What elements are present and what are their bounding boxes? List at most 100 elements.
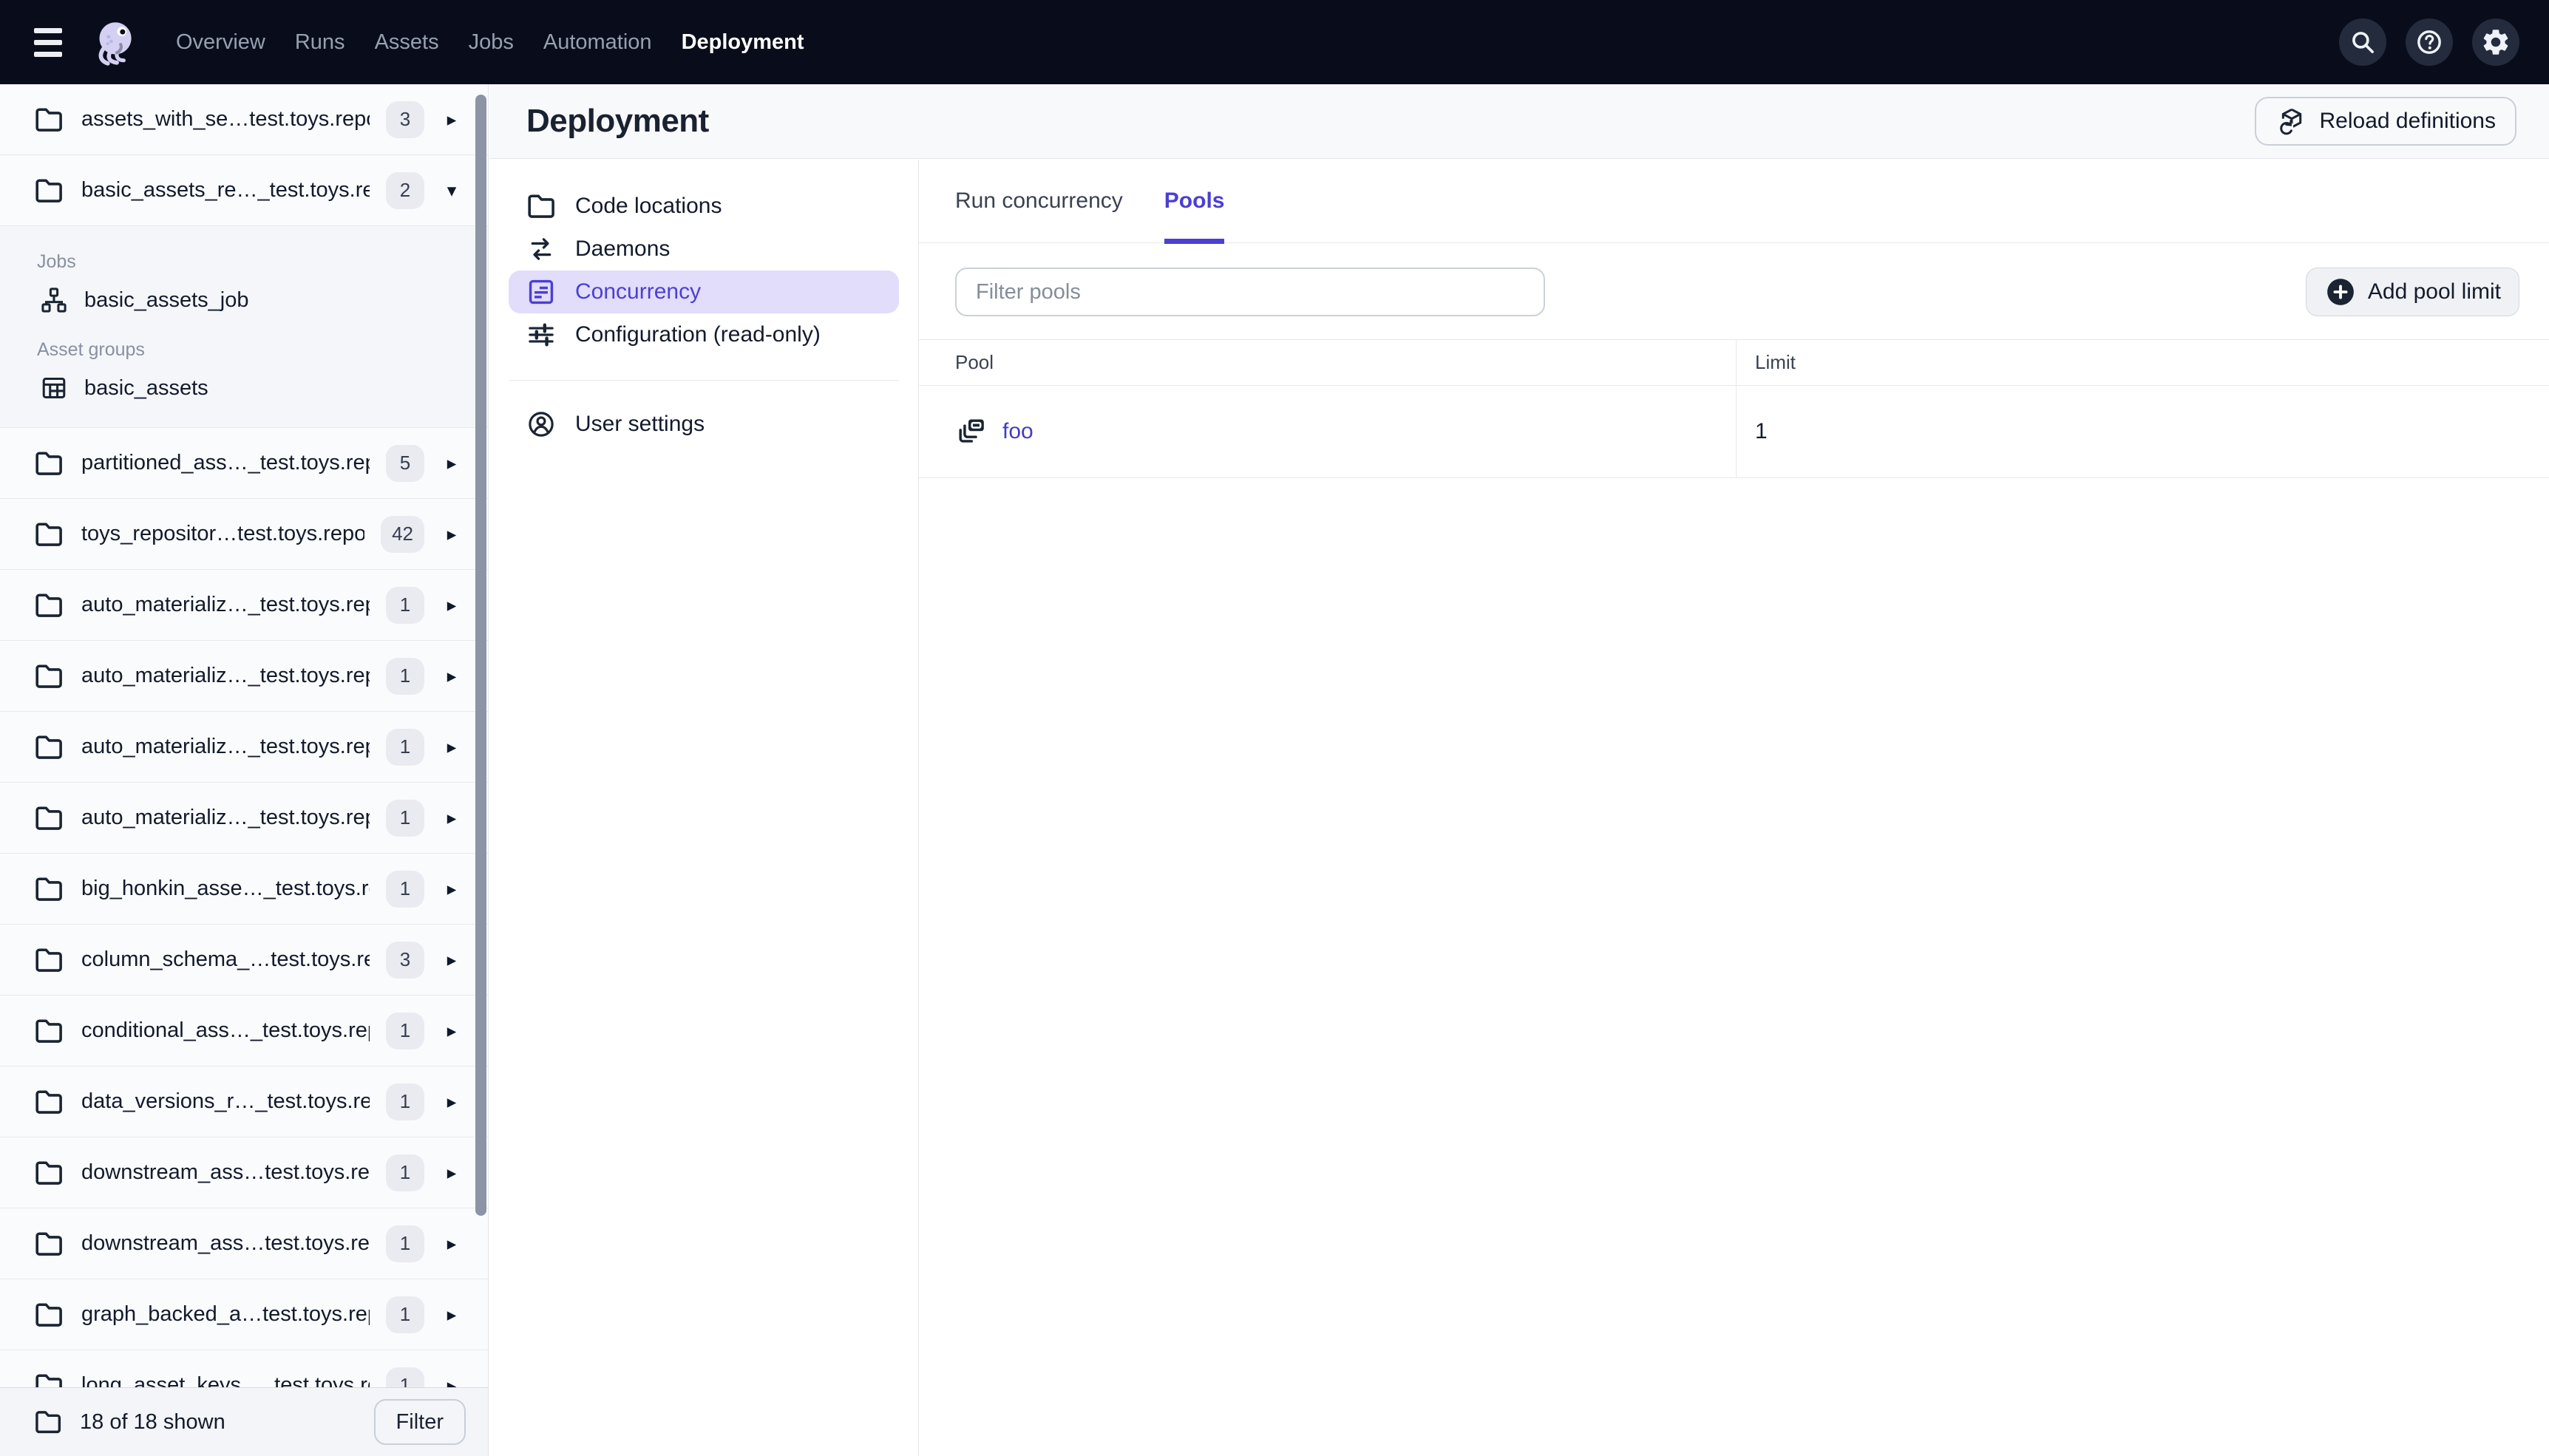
add-pool-limit-button[interactable]: Add pool limit (2305, 268, 2519, 316)
chevron-icon[interactable]: ▸ (441, 1091, 463, 1113)
tab-run-concurrency[interactable]: Run concurrency (955, 160, 1123, 242)
chevron-icon[interactable]: ▸ (441, 523, 463, 545)
chevron-icon[interactable]: ▸ (441, 109, 463, 131)
add-pool-limit-label: Add pool limit (2367, 279, 2501, 304)
nav-link[interactable]: Overview (176, 30, 265, 55)
reload-definitions-button[interactable]: Reload definitions (2254, 97, 2516, 146)
asset-groups-section-label: Asset groups (37, 339, 145, 360)
menu-item-daemons[interactable]: Daemons (509, 228, 899, 271)
count-badge: 1 (386, 586, 424, 624)
reload-definitions-label: Reload definitions (2319, 109, 2497, 133)
repo-list: assets_with_se…test.toys.repo 3 ▸ basic_… (0, 84, 488, 1387)
repo-row[interactable]: long_asset_keys…_test.toys.rep 1 ▸ (0, 1350, 488, 1387)
folder-icon (525, 190, 557, 222)
table-row: foo 1 (919, 386, 2549, 478)
settings-gear-icon[interactable] (2472, 18, 2519, 66)
count-badge: 1 (386, 870, 424, 908)
repo-row[interactable]: assets_with_se…test.toys.repo 3 ▸ (0, 84, 488, 155)
sidebar-item-job[interactable]: basic_assets_job (0, 279, 488, 322)
deployment-content: Code locations Daemons Concurrency Confi… (489, 160, 2549, 1456)
folder-icon (33, 103, 65, 136)
folder-icon (33, 1086, 65, 1118)
menu-divider (509, 380, 899, 381)
chevron-icon[interactable]: ▸ (441, 1020, 463, 1042)
chevron-icon[interactable]: ▸ (441, 665, 463, 687)
repo-row[interactable]: conditional_ass…_test.toys.repo 1 ▸ (0, 996, 488, 1067)
repo-name: basic_assets_re…_test.toys.rep (81, 178, 370, 202)
chevron-icon[interactable]: ▸ (441, 1162, 463, 1184)
menu-item-code-locations[interactable]: Code locations (509, 185, 899, 228)
repo-row[interactable]: partitioned_ass…_test.toys.rep 5 ▸ (0, 428, 488, 499)
repo-list-rest: partitioned_ass…_test.toys.rep 5 ▸ toys_… (0, 428, 488, 1387)
repo-name: partitioned_ass…_test.toys.rep (81, 451, 370, 474)
menu-label: Daemons (575, 237, 671, 261)
repo-row[interactable]: downstream_ass…test.toys.rep 1 ▸ (0, 1137, 488, 1208)
repo-name: downstream_ass…test.toys.rep (81, 1160, 370, 1184)
chevron-icon[interactable]: ▸ (441, 807, 463, 829)
count-badge: 3 (386, 101, 424, 138)
menu-label: Code locations (575, 194, 722, 218)
menu-item-configuration[interactable]: Configuration (read-only) (509, 313, 899, 356)
chevron-icon[interactable]: ▾ (441, 180, 463, 202)
concurrency-panel: Run concurrency Pools Add pool limit Poo… (919, 160, 2549, 1456)
folder-icon (33, 802, 65, 834)
plus-circle-icon (2324, 276, 2357, 308)
menu-item-concurrency[interactable]: Concurrency (509, 271, 899, 313)
search-icon[interactable] (2339, 18, 2386, 66)
help-icon[interactable] (2406, 18, 2453, 66)
repo-row[interactable]: auto_materializ…_test.toys.repo 1 ▸ (0, 570, 488, 641)
chevron-icon[interactable]: ▸ (441, 949, 463, 971)
nav-link[interactable]: Jobs (469, 30, 514, 55)
chevron-icon[interactable]: ▸ (441, 1233, 463, 1255)
tab-pools[interactable]: Pools (1164, 160, 1224, 244)
folder-icon (33, 873, 65, 905)
repo-row[interactable]: data_versions_r…_test.toys.rep 1 ▸ (0, 1067, 488, 1137)
nav-link[interactable]: Runs (295, 30, 345, 55)
menu-icon[interactable] (34, 27, 62, 57)
repo-row[interactable]: big_honkin_asse…_test.toys.rep 1 ▸ (0, 854, 488, 925)
chevron-icon[interactable]: ▸ (441, 452, 463, 474)
chevron-icon[interactable]: ▸ (441, 878, 463, 900)
repo-name: auto_materializ…_test.toys.repo (81, 806, 370, 829)
repo-name: assets_with_se…test.toys.repo (81, 107, 370, 131)
repo-row[interactable]: auto_materializ…_test.toys.repo 1 ▸ (0, 641, 488, 712)
folder-icon (33, 518, 65, 551)
pool-link[interactable]: foo (1002, 419, 1033, 444)
chevron-icon[interactable]: ▸ (441, 1304, 463, 1326)
repo-name: column_schema_…test.toys.rep (81, 948, 370, 971)
dagster-logo[interactable] (87, 16, 140, 69)
menu-item-user-settings[interactable]: User settings (509, 403, 899, 446)
filter-button[interactable]: Filter (373, 1399, 466, 1445)
pool-limit-value: 1 (1736, 386, 2549, 477)
nav-link[interactable]: Automation (543, 30, 652, 55)
asset-group-name: basic_assets (84, 375, 208, 400)
repo-row[interactable]: downstream_ass…test.toys.rep 1 ▸ (0, 1208, 488, 1279)
folder-icon (33, 174, 65, 207)
count-badge: 1 (386, 1012, 424, 1050)
pools-table: Pool Limit foo 1 (919, 339, 2549, 478)
repo-name: downstream_ass…test.toys.rep (81, 1231, 370, 1255)
repo-name: data_versions_r…_test.toys.rep (81, 1089, 370, 1113)
repo-row[interactable]: toys_repositor…test.toys.repo 42 ▸ (0, 499, 488, 570)
repo-row[interactable]: basic_assets_re…_test.toys.rep 2 ▾ (0, 155, 488, 226)
folder-icon (33, 944, 65, 976)
repo-list-top: assets_with_se…test.toys.repo 3 ▸ basic_… (0, 84, 488, 226)
repo-row[interactable]: auto_materializ…_test.toys.repo 1 ▸ (0, 783, 488, 854)
folder-icon (33, 589, 65, 622)
chevron-icon[interactable]: ▸ (441, 1375, 463, 1388)
sidebar-scrollbar[interactable] (475, 95, 486, 1216)
job-name: basic_assets_job (84, 288, 249, 312)
page-header: Deployment Reload definitions (489, 84, 2549, 159)
folder-icon (33, 1406, 64, 1438)
nav-links: Overview Runs Assets Jobs Automation Deployme… (176, 30, 804, 55)
repo-row[interactable]: auto_materializ…_test.toys.repo 1 ▸ (0, 712, 488, 783)
sidebar-item-asset-group[interactable]: basic_assets (0, 367, 488, 409)
chevron-icon[interactable]: ▸ (441, 736, 463, 758)
nav-link[interactable]: Assets (375, 30, 439, 55)
nav-link[interactable]: Deployment (682, 30, 804, 55)
repo-row[interactable]: graph_backed_a…test.toys.repo 1 ▸ (0, 1279, 488, 1350)
repo-row[interactable]: column_schema_…test.toys.rep 3 ▸ (0, 925, 488, 996)
filter-pools-input[interactable] (955, 268, 1545, 316)
chevron-icon[interactable]: ▸ (441, 594, 463, 616)
sidebar-footer: 18 of 18 shown Filter (0, 1387, 488, 1456)
